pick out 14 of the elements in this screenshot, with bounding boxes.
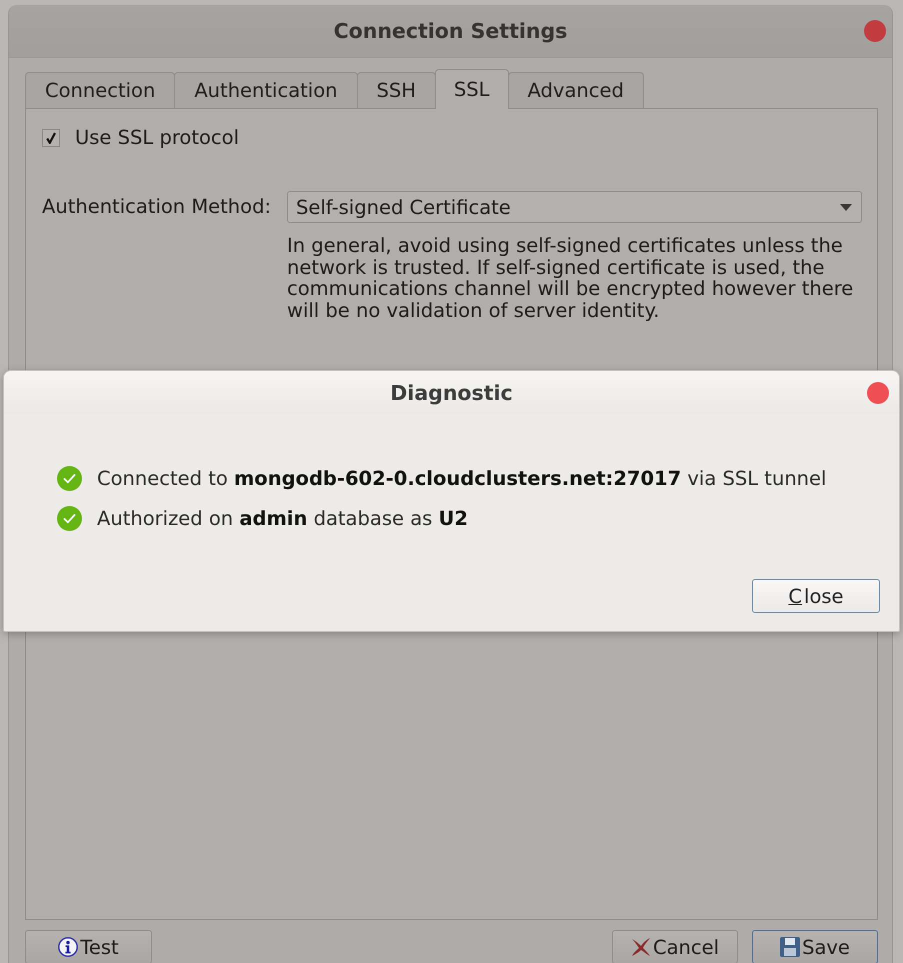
check-circle-icon	[57, 506, 82, 531]
dialog-title: Diagnostic	[390, 380, 513, 404]
caret-icon	[840, 204, 852, 210]
status-message: Authorized on admin database as U2	[97, 506, 468, 531]
x-mark-icon	[630, 937, 651, 957]
window-title: Connection Settings	[334, 19, 568, 43]
close-button[interactable]	[867, 382, 889, 404]
info-icon	[58, 937, 78, 957]
status-message: Connected to mongodb-602-0.cloudclusters.net:27017 via SSL tunnel	[97, 466, 826, 491]
close-button[interactable]: Close	[752, 579, 880, 613]
field-label: Authentication Method:	[42, 194, 272, 220]
help-text: In general, avoid using self-signed certificates unless the network is trusted. If self-signed certificate is used, the communications channel will be encrypted however there will be no validation of server identity.	[287, 235, 854, 321]
check-circle-icon	[57, 466, 82, 491]
checkmark-icon	[46, 132, 56, 144]
